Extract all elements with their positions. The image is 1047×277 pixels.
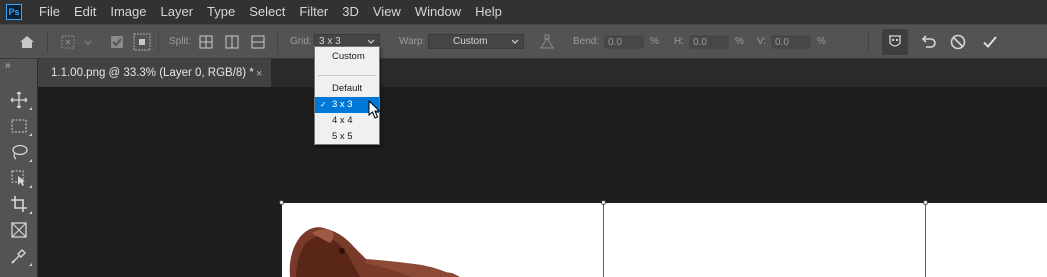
menu-image[interactable]: Image [103, 0, 153, 24]
move-icon[interactable] [8, 89, 32, 111]
warp-grid-line[interactable] [603, 203, 604, 277]
h-field[interactable]: 0.0 [689, 34, 729, 49]
menu-edit[interactable]: Edit [67, 0, 103, 24]
grid-points-icon[interactable] [133, 25, 151, 58]
cancel-icon[interactable] [949, 25, 967, 58]
commit-icon[interactable] [981, 25, 999, 58]
warp-grid-line[interactable] [925, 203, 926, 277]
checkbox-icon[interactable] [110, 25, 124, 58]
grid-label: Grid: [290, 36, 312, 47]
grid-option-custom[interactable]: Custom [315, 49, 379, 65]
split-label: Split: [169, 36, 192, 47]
document-image[interactable] [282, 203, 1047, 277]
bend-field[interactable]: 0.0 [604, 34, 644, 49]
chevron-down-icon [511, 39, 519, 44]
grid-option-label: 5 x 5 [332, 131, 353, 142]
menu-3d[interactable]: 3D [335, 0, 366, 24]
v-percent: % [817, 36, 826, 47]
image-content [289, 227, 460, 277]
bend-percent: % [650, 36, 659, 47]
grid-option-label: 3 x 3 [332, 99, 353, 110]
split-cross-icon[interactable] [199, 25, 213, 58]
menu-bar: Ps File Edit Image Layer Type Select Fil… [0, 0, 1047, 24]
warp-handle[interactable] [279, 200, 284, 205]
divider [277, 31, 278, 53]
home-icon[interactable] [18, 25, 36, 58]
marquee-icon[interactable] [8, 115, 32, 137]
document-tabs-bar: 1.1.00.png @ 33.3% (Layer 0, RGB/8) * × [38, 59, 1047, 87]
grid-option-label: Default [332, 83, 363, 94]
grid-option-default[interactable]: Default [315, 81, 379, 97]
warp-dropdown-value: Custom [453, 36, 488, 47]
photoshop-logo: Ps [6, 4, 22, 20]
split-horizontal-icon[interactable] [251, 25, 265, 58]
warp-handle[interactable] [601, 200, 606, 205]
menu-type[interactable]: Type [200, 0, 242, 24]
menu-layer[interactable]: Layer [154, 0, 201, 24]
divider [318, 75, 376, 76]
check-icon: ✓ [320, 100, 327, 109]
menu-view[interactable]: View [366, 0, 408, 24]
crop-icon[interactable] [8, 193, 32, 215]
divider [158, 31, 159, 53]
menu-window[interactable]: Window [408, 0, 468, 24]
eyedropper-icon[interactable] [8, 245, 32, 267]
warp-transform-icon[interactable] [60, 25, 94, 58]
menu-filter[interactable]: Filter [292, 0, 335, 24]
grid-option-label: 4 x 4 [332, 115, 353, 126]
warp-anchor-icon[interactable] [537, 25, 557, 58]
grid-dropdown-list: Custom Default ✓ 3 x 3 4 x 4 5 x 5 [314, 46, 380, 145]
options-bar: Split: Grid: 3 x 3 Warp: Custom Bend: 0.… [0, 24, 1047, 59]
divider [868, 31, 869, 53]
frame-icon[interactable] [8, 219, 30, 241]
toggle-perspective-icon[interactable] [882, 25, 908, 58]
tools-panel: » [0, 59, 38, 277]
lasso-icon[interactable] [8, 141, 32, 163]
menu-help[interactable]: Help [468, 0, 509, 24]
grid-option-5x5[interactable]: 5 x 5 [315, 129, 379, 145]
warp-handle[interactable] [923, 200, 928, 205]
document-tab-title: 1.1.00.png @ 33.3% (Layer 0, RGB/8) * [51, 67, 254, 79]
chevron-down-icon [367, 39, 375, 44]
collapse-panel-icon[interactable]: » [5, 60, 11, 71]
undo-icon[interactable] [919, 25, 937, 58]
canvas-area[interactable] [38, 87, 1047, 277]
h-label: H: [674, 36, 684, 47]
divider [47, 31, 48, 53]
object-select-icon[interactable] [8, 167, 32, 189]
menu-select[interactable]: Select [242, 0, 292, 24]
split-vertical-icon[interactable] [225, 25, 239, 58]
v-label: V: [757, 36, 767, 47]
menu-file[interactable]: File [32, 0, 67, 24]
h-percent: % [735, 36, 744, 47]
warp-label: Warp: [399, 36, 426, 47]
v-field[interactable]: 0.0 [771, 34, 811, 49]
document-tab[interactable]: 1.1.00.png @ 33.3% (Layer 0, RGB/8) * × [38, 59, 271, 87]
bend-label: Bend: [573, 36, 600, 47]
mouse-cursor-icon [368, 100, 381, 119]
warp-dropdown[interactable]: Custom [428, 34, 524, 49]
grid-option-label: Custom [332, 51, 365, 62]
close-icon[interactable]: × [256, 68, 262, 80]
